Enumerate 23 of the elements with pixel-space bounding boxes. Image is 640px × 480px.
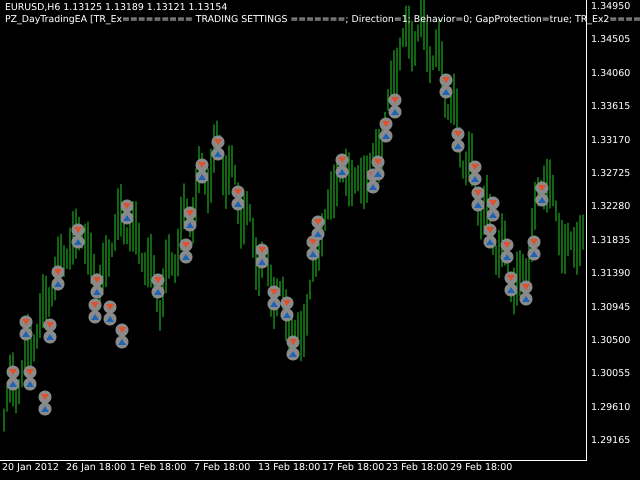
time-label: 7 Feb 18:00 — [194, 461, 252, 475]
time-label: 1 Feb 18:00 — [130, 461, 188, 475]
price-label: 1.29165 — [590, 435, 632, 448]
price-label: 1.34505 — [590, 34, 632, 46]
time-label: 26 Jan 18:00 — [66, 461, 128, 475]
price-label: 1.31835 — [590, 234, 632, 247]
time-label: 23 Feb 18:00 — [386, 461, 450, 475]
time-label: 17 Feb 18:00 — [322, 461, 386, 475]
time-label: 29 Feb 18:00 — [450, 461, 514, 475]
time-label: 20 Jan 2012 — [2, 461, 60, 475]
price-label: 1.34060 — [590, 68, 632, 80]
symbol-header: EURUSD,H6 1.13125 1.13189 1.13121 1.13154 — [5, 2, 228, 14]
price-label: 1.31390 — [590, 268, 632, 280]
price-label: 1.32725 — [590, 168, 632, 180]
time-label: 13 Feb 18:00 — [258, 461, 322, 475]
price-label: 1.30500 — [590, 334, 632, 347]
price-label: 1.33615 — [590, 101, 632, 114]
price-label: 1.34950 — [590, 1, 632, 13]
price-label: 1.30055 — [590, 368, 632, 380]
price-label: 1.32280 — [590, 201, 632, 214]
price-label: 1.33170 — [590, 134, 632, 147]
price-label: 1.29610 — [590, 402, 632, 414]
price-label: 1.30945 — [590, 302, 632, 314]
